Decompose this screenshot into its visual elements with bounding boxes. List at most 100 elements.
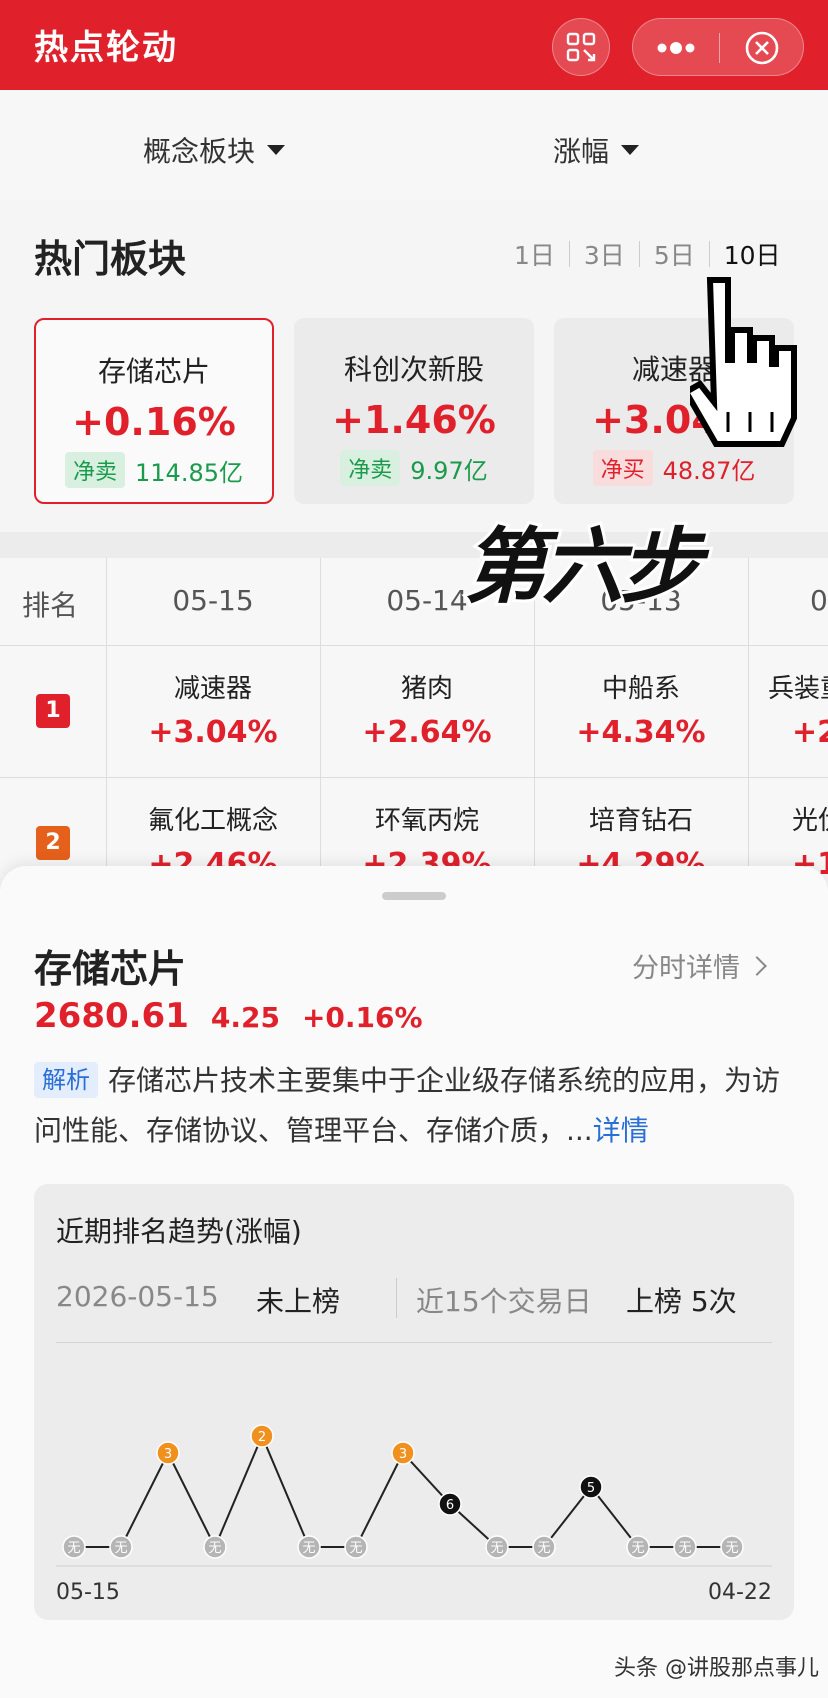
fund-flow: 净卖 9.97亿 xyxy=(294,450,534,486)
rank-header: 排名 xyxy=(22,589,79,622)
ranking-cell[interactable]: 光伏 +1 xyxy=(792,778,828,878)
index-change-pct: +0.16% xyxy=(301,1001,423,1034)
top-bar: 热点轮动 xyxy=(0,0,828,90)
flow-value: 114.85亿 xyxy=(135,458,243,487)
cell-change: +4.34% xyxy=(576,715,706,750)
sector-change: +1.46% xyxy=(332,398,496,442)
sheet-drag-handle[interactable] xyxy=(382,892,446,900)
index-change: 4.25 xyxy=(210,1001,280,1034)
tab-5d[interactable]: 5日 xyxy=(640,236,709,272)
metric-dropdown[interactable]: 涨幅 xyxy=(553,130,640,170)
sector-detail-sheet: 存储芯片 分时详情 2680.61 4.25 +0.16% 解析 存储芯片技术主要… xyxy=(0,866,828,1698)
ranking-cell[interactable]: 猪肉 +2.64% xyxy=(320,646,534,750)
step-overlay-text: 第六步 xyxy=(461,517,705,618)
trend-point: 无 xyxy=(673,1535,697,1559)
trend-separator xyxy=(56,1342,772,1343)
source-watermark: 头条 @讲股那点事儿 xyxy=(614,1656,819,1681)
trend-point: 3 xyxy=(156,1441,180,1465)
x-axis-start-label: 05-15 xyxy=(56,1580,120,1605)
cell-sector-name: 猪肉 xyxy=(400,674,453,704)
trend-point-label: 无 xyxy=(208,1541,221,1556)
more-button[interactable] xyxy=(633,19,719,77)
hot-sectors-title: 热门板块 xyxy=(34,237,187,281)
rank-trend-panel: 近期排名趋势(涨幅) 2026-05-15 未上榜 近15个交易日 上榜 5次 … xyxy=(34,1184,794,1620)
intraday-detail-link[interactable]: 分时详情 xyxy=(632,946,767,985)
ranking-cell[interactable]: 培育钻石 +4.29% xyxy=(534,778,748,878)
mini-program-capsule xyxy=(632,18,804,76)
trend-point-label: 3 xyxy=(399,1447,407,1462)
analysis-more-link[interactable]: 详情 xyxy=(593,1114,649,1147)
ranking-cell[interactable]: 兵装重 +2 xyxy=(768,646,828,750)
sector-quote: 2680.61 4.25 +0.16% xyxy=(34,996,423,1036)
more-dots-icon xyxy=(657,42,695,54)
trend-point-label: 5 xyxy=(587,1481,595,1496)
trend-point-label: 6 xyxy=(446,1498,454,1513)
trend-point: 无 xyxy=(485,1535,509,1559)
trend-point: 无 xyxy=(297,1535,321,1559)
intraday-detail-label: 分时详情 xyxy=(632,953,740,984)
trend-point: 6 xyxy=(438,1492,462,1516)
sector-name: 存储芯片 xyxy=(97,355,210,388)
sector-card[interactable]: 科创次新股 +1.46% 净卖 9.97亿 xyxy=(294,318,534,504)
analysis-tag: 解析 xyxy=(34,1062,98,1098)
trend-count: 上榜 5次 xyxy=(626,1285,737,1318)
trend-point-label: 无 xyxy=(631,1541,644,1556)
index-price: 2680.61 xyxy=(34,996,189,1036)
tab-10d[interactable]: 10日 xyxy=(710,236,795,272)
trend-point: 5 xyxy=(579,1475,603,1499)
qr-code-icon xyxy=(566,32,596,62)
rank-badge: 1 xyxy=(36,694,70,728)
chevron-right-icon xyxy=(747,955,767,976)
dropdown-arrow-icon xyxy=(621,145,640,155)
tab-3d[interactable]: 3日 xyxy=(570,236,639,272)
cell-sector-name: 减速器 xyxy=(173,674,252,704)
cell-sector-name: 培育钻石 xyxy=(588,806,693,836)
period-tabs: 1日 3日 5日 10日 xyxy=(500,236,795,272)
close-button[interactable] xyxy=(719,19,805,77)
trend-point-label: 无 xyxy=(490,1541,503,1556)
table-row: 1 减速器 +3.04% 猪肉 +2.64% 中船系 +4.34% 兵装重 +2 xyxy=(0,646,828,778)
flow-value: 9.97亿 xyxy=(410,456,488,485)
x-axis-end-label: 04-22 xyxy=(708,1580,772,1605)
pointing-hand-icon xyxy=(690,277,797,447)
cell-sector-name: 氟化工概念 xyxy=(147,806,278,836)
app-title: 热点轮动 xyxy=(34,28,178,68)
trend-point: 无 xyxy=(62,1535,86,1559)
trend-divider xyxy=(396,1278,397,1318)
cell-change: +3.04% xyxy=(148,715,278,750)
trend-point: 无 xyxy=(532,1535,556,1559)
trend-point-label: 无 xyxy=(725,1541,738,1556)
trend-title: 近期排名趋势(涨幅) xyxy=(56,1215,302,1248)
rank-badge: 2 xyxy=(36,826,70,860)
trend-point: 无 xyxy=(626,1535,650,1559)
table-header: 排名 05-15 05-14 05-13 0 xyxy=(0,558,828,646)
app-page: 热点轮动 概念板块 涨幅 热门板块 1日 3日 5日 10日 存储芯片 +0.1… xyxy=(0,0,828,1698)
trend-point: 无 xyxy=(344,1535,368,1559)
sector-change: +0.16% xyxy=(72,400,236,444)
ranking-cell[interactable]: 中船系 +4.34% xyxy=(534,646,748,750)
trend-point: 2 xyxy=(250,1424,274,1448)
rank-trend-chart: 无 无 3 无 2 无 无 3 6 无 无 5 无 无 无 xyxy=(56,1424,772,1567)
qr-scan-button[interactable] xyxy=(552,18,610,76)
trend-point-label: 无 xyxy=(302,1541,315,1556)
trend-point-label: 无 xyxy=(349,1541,362,1556)
sector-card[interactable]: 存储芯片 +0.16% 净卖 114.85亿 xyxy=(34,318,274,504)
trend-point: 无 xyxy=(109,1535,133,1559)
flow-tag: 净买 xyxy=(592,450,653,486)
category-dropdown[interactable]: 概念板块 xyxy=(143,130,286,170)
cell-sector-name: 兵装重 xyxy=(768,674,828,704)
tab-1d[interactable]: 1日 xyxy=(500,236,569,272)
trend-point-label: 3 xyxy=(164,1447,172,1462)
filter-bar: 概念板块 涨幅 xyxy=(0,90,828,200)
trend-point-label: 无 xyxy=(114,1541,127,1556)
trend-point: 无 xyxy=(720,1535,744,1559)
ranking-cell[interactable]: 减速器 +3.04% xyxy=(106,646,320,750)
ranking-cell[interactable]: 氟化工概念 +2.46% xyxy=(106,778,320,878)
date-header: 0 xyxy=(810,584,828,617)
dropdown-arrow-icon xyxy=(267,145,286,155)
category-label: 概念板块 xyxy=(143,135,256,168)
cell-sector-name: 环氧丙烷 xyxy=(374,806,479,836)
ranking-cell[interactable]: 环氧丙烷 +2.39% xyxy=(320,778,534,878)
trend-point-label: 无 xyxy=(67,1541,80,1556)
sector-name: 科创次新股 xyxy=(343,353,484,386)
